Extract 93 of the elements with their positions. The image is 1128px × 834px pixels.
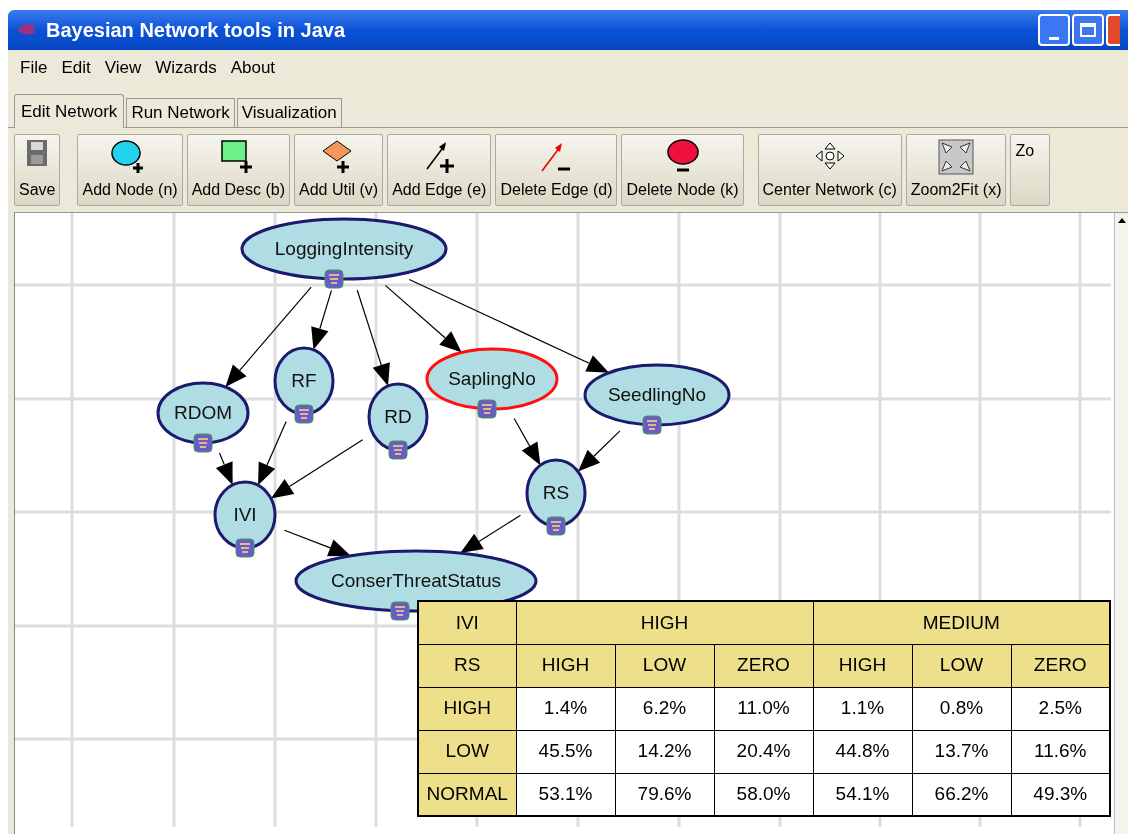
menu-item[interactable]: File [14,55,54,81]
table-header-cell: LOW [912,644,1011,687]
node-label: IVI [233,504,257,525]
expand-arrows-icon [938,139,975,175]
list-icon[interactable] [193,433,213,453]
toolbar-button[interactable]: Delete Node (k) [621,134,744,206]
table-cell: 66.2% [912,773,1011,816]
node-label: RS [542,482,570,503]
list-icon[interactable] [642,415,662,435]
tab[interactable]: Run Network [126,98,235,127]
network-node[interactable] [583,363,731,427]
table-header-cell: LOW [615,644,714,687]
edge-arrow[interactable] [356,289,390,386]
table-header-cell: HIGH [516,644,615,687]
network-node[interactable] [273,346,335,416]
node-label: RF [291,370,317,391]
table-header-cell: RS [418,644,516,687]
row-label-cell: NORMAL [418,773,516,816]
table-cell: 79.6% [615,773,714,816]
list-icon[interactable] [324,269,344,289]
tab[interactable]: Visualization [236,98,342,127]
table-cell: 0.8% [912,687,1011,730]
list-icon[interactable] [294,404,314,424]
table-header-cell: HIGH [516,601,813,644]
edge-arrow[interactable] [578,430,621,472]
table-cell: 1.4% [516,687,615,730]
table-cell: 6.2% [615,687,714,730]
maximize-button[interactable] [1072,14,1104,46]
menu-item[interactable]: About [224,55,282,81]
edge-arrow[interactable] [270,439,364,499]
edge-arrow[interactable] [258,420,287,486]
toolbar-button[interactable]: Delete Edge (d) [495,134,618,206]
node-label: ConserThreatStatus [331,570,501,591]
menu-item[interactable]: View [98,55,148,81]
table-header-cell: ZERO [1011,644,1110,687]
table-cell: 53.1% [516,773,615,816]
node-label: RDOM [173,402,233,423]
table-header-cell: MEDIUM [813,601,1110,644]
table-header-cell: HIGH [813,644,912,687]
edge-arrow[interactable] [215,452,233,485]
network-node[interactable] [367,382,429,452]
tab[interactable]: Edit Network [14,94,125,128]
node-label: LoggingIntensity [274,238,414,259]
list-icon[interactable] [390,601,410,621]
toolbar-button[interactable]: Add Node (n) [77,134,183,206]
list-icon[interactable] [388,440,408,460]
table-cell: 54.1% [813,773,912,816]
minimize-button[interactable] [1038,14,1070,46]
window-title: Bayesian Network tools in Java [46,18,347,43]
table-cell: 44.8% [813,730,912,773]
network-node[interactable] [156,381,250,445]
list-icon[interactable] [235,538,255,558]
table-cell: 20.4% [714,730,813,773]
node-label: SeedlingNo [607,384,707,405]
toolbar-button[interactable]: Save [14,134,61,206]
scrollbar[interactable] [1114,213,1128,834]
table-cell: 1.1% [813,687,912,730]
network-node[interactable] [425,347,559,411]
table-cell: 11.6% [1011,730,1110,773]
list-icon[interactable] [477,399,497,419]
network-node[interactable] [213,480,277,550]
list-icon[interactable] [546,516,566,536]
network-node[interactable] [240,217,448,281]
close-button[interactable] [1106,14,1120,46]
table-cell: 49.3% [1011,773,1110,816]
table-cell: 13.7% [912,730,1011,773]
table-header-cell: IVI [418,601,516,644]
row-label-cell: LOW [418,730,516,773]
edge-arrow[interactable] [460,514,522,554]
menu-item[interactable]: Wizards [149,55,223,81]
toolbar-button[interactable]: Add Desc (b) [186,134,290,206]
edge-arrow[interactable] [513,417,541,466]
node-label: SaplingNo [448,368,536,389]
node-label: RD [384,406,412,427]
toolbar-button[interactable]: Add Util (v) [294,134,384,206]
edge-arrow[interactable] [384,284,462,353]
table-cell: 45.5% [516,730,615,773]
toolbar-button[interactable]: Center Network (c) [757,134,902,206]
edge-arrow[interactable] [311,289,333,350]
toolbar-button[interactable]: Add Edge (e) [387,134,492,206]
network-node[interactable] [525,458,587,528]
toolbar-button[interactable]: Zoom2Fit (x) [905,134,1007,206]
network-canvas[interactable] [14,213,1114,834]
toolbar-button[interactable]: Zo [1010,134,1051,206]
table-cell: 11.0% [714,687,813,730]
menu-item[interactable]: Edit [55,55,97,81]
edge-arrow[interactable] [408,278,610,373]
table-header-cell: ZERO [714,644,813,687]
table-cell: 58.0% [714,773,813,816]
table-cell: 14.2% [615,730,714,773]
edge-arrow[interactable] [283,529,351,557]
row-label-cell: HIGH [418,687,516,730]
table-cell: 2.5% [1011,687,1110,730]
